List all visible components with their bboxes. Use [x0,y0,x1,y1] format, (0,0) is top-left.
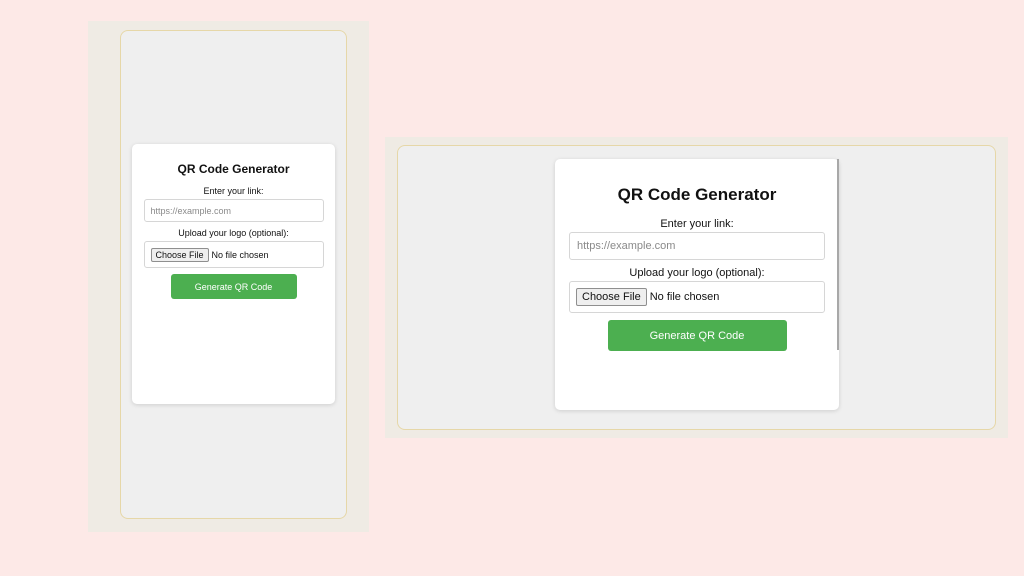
logo-file-input[interactable]: Choose File No file chosen [143,241,324,268]
link-label: Enter your link: [203,186,264,196]
page-title: QR Code Generator [177,162,290,176]
logo-label: Upload your logo (optional): [178,228,289,238]
link-label: Enter your link: [660,218,734,230]
page-title: QR Code Generator [617,185,777,204]
mobile-qr-card: QR Code Generator Enter your link: Uploa… [132,144,335,404]
generate-qr-button[interactable]: Generate QR Code [170,274,297,299]
logo-file-input[interactable]: Choose File No file chosen [569,281,825,313]
choose-file-button[interactable]: Choose File [150,247,209,262]
file-status-text: No file chosen [649,291,720,303]
generate-qr-button[interactable]: Generate QR Code [607,320,787,351]
choose-file-button[interactable]: Choose File [576,288,647,306]
desktop-qr-card: QR Code Generator Enter your link: Uploa… [555,159,839,410]
link-input[interactable] [143,199,324,222]
logo-label: Upload your logo (optional): [629,267,765,279]
link-input[interactable] [569,232,825,260]
file-status-text: No file chosen [211,249,269,260]
card-scrollbar[interactable] [837,159,839,350]
